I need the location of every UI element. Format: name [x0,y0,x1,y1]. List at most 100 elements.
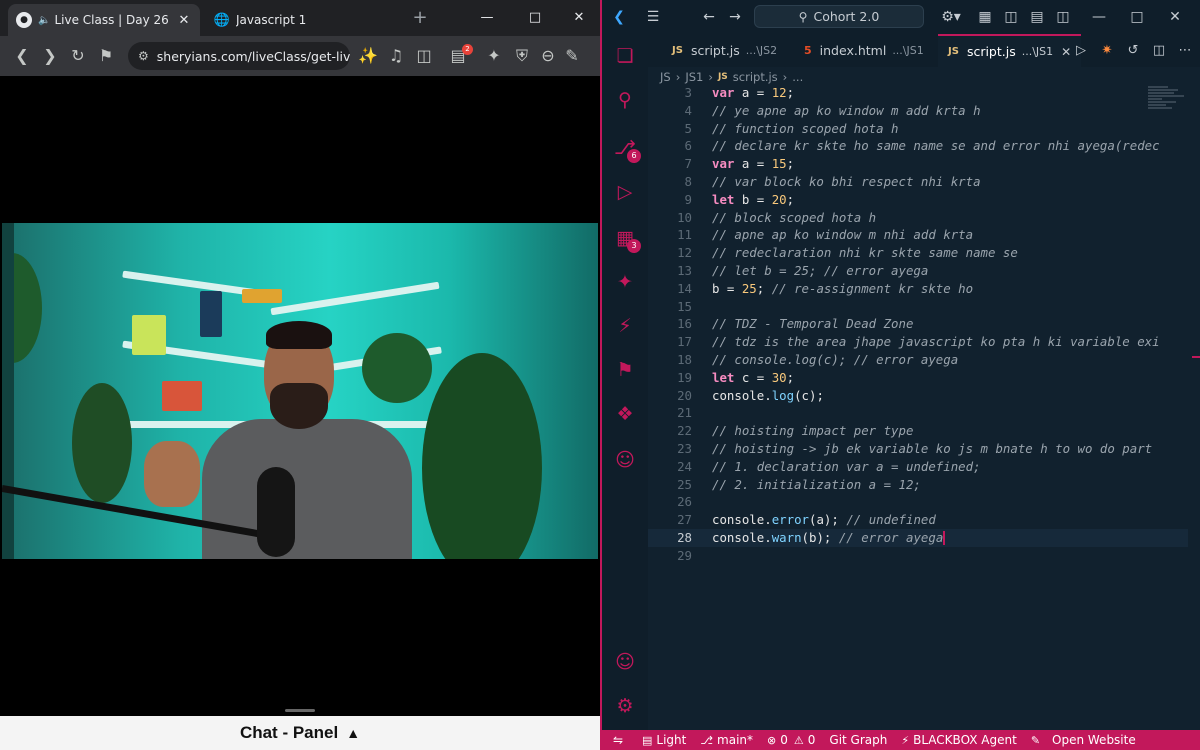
explorer-icon[interactable]: ❏ [611,42,639,70]
maximize-icon[interactable]: □ [1126,6,1148,28]
code-line[interactable]: 22 // hoisting impact per type [648,422,1188,440]
sidebar-icon[interactable]: ◫ [412,44,436,68]
code-line[interactable]: 3 var a = 12; [648,84,1188,102]
bookmark-icon[interactable]: ⚑ [94,44,118,68]
code-line[interactable]: 19 let c = 30; [648,369,1188,387]
code-line[interactable]: 10 // block scoped hota h [648,209,1188,227]
code-line[interactable]: 8 // var block ko bhi respect nhi krta [648,173,1188,191]
close-icon[interactable]: ✕ [176,13,192,28]
site-settings-icon[interactable]: ⚙ [138,49,149,63]
browser-tab-live-class[interactable]: ● 🔈 Live Class | Day 26 : Jav ✕ [8,4,200,36]
code-line[interactable]: 4 // ye apne ap ko window m add krta h [648,102,1188,120]
breadcrumb-item[interactable]: script.js [733,70,778,84]
code-line[interactable]: 14 b = 25; // re-assignment kr skte ho [648,280,1188,298]
code-line[interactable]: 24 // 1. declaration var a = undefined; [648,458,1188,476]
forward-icon[interactable]: ❯ [38,44,62,68]
blackbox-status[interactable]: ⚡ BLACKBOX Agent [901,733,1016,747]
back-icon[interactable]: ❮ [10,44,34,68]
speaker-icon[interactable]: 🔈 [38,15,50,26]
search-icon[interactable]: ⚲ [611,86,639,114]
toggle-panel-icon[interactable]: ▤ [1026,6,1048,28]
github-copilot-icon[interactable]: ☺ [611,446,639,474]
accounts-icon[interactable]: ☺ [611,648,639,676]
back-arrow-icon[interactable]: ← [698,6,720,28]
new-tab-button[interactable]: + [410,8,430,28]
problems-status[interactable]: ⊗ 0 ⚠ 0 [767,733,815,747]
copilot-icon[interactable]: ⚙▾ [936,6,966,28]
menu-icon[interactable]: ☰ [642,6,664,28]
minimize-icon[interactable]: — [478,9,496,27]
code-line[interactable]: 29 [648,547,1188,565]
js-file-icon: JS [717,72,728,82]
resize-handle[interactable] [285,709,315,712]
music-icon[interactable]: ♫ [384,44,408,68]
breadcrumb-item[interactable]: ... [792,70,803,84]
maximize-icon[interactable]: □ [526,9,544,27]
code-line[interactable]: 7 var a = 15; [648,155,1188,173]
theme-status[interactable]: ▤ Light [642,733,686,747]
zoom-out-icon[interactable]: ⊖ [536,44,560,68]
thunder-client-icon[interactable]: ⚡ [611,312,639,340]
code-line[interactable]: 21 [648,404,1188,422]
code-line[interactable]: 26 [648,493,1188,511]
line-number: 27 [677,512,692,528]
python-icon[interactable]: ❖ [611,400,639,428]
minimap[interactable] [1148,86,1188,126]
code-line[interactable]: 23 // hoisting -> jb ek variable ko js m … [648,440,1188,458]
layout-icon[interactable]: ▦ [974,6,996,28]
minimize-icon[interactable]: — [1088,6,1110,28]
code-line[interactable]: 16 // TDZ - Temporal Dead Zone [648,315,1188,333]
bookmarks-icon[interactable]: ⚑ [611,356,639,384]
code-line[interactable]: 20 console.log(c); [648,387,1188,405]
code-line[interactable]: 11 // apne ap ko window m nhi add krta [648,226,1188,244]
close-window-icon[interactable]: ✕ [1164,6,1186,28]
extensions-icon[interactable]: ✨ [356,44,380,68]
code-line[interactable]: 18 // console.log(c); // error ayega [648,351,1188,369]
code-line[interactable]: 6 // declare kr skte ho same name se and … [648,137,1188,155]
code-line[interactable]: 13 // let b = 25; // error ayega [648,262,1188,280]
draw-icon[interactable]: ✎ [560,44,584,68]
breadcrumb-item[interactable]: JS [660,70,671,84]
wallet-icon[interactable]: ▤ 2 [446,44,473,68]
extensions-icon[interactable]: ▦ 3 [611,224,641,253]
breadcrumb-item[interactable]: JS1 [685,70,703,84]
shield-icon[interactable]: ⛨ [510,44,534,68]
more-actions-icon[interactable]: ⋯ [1174,40,1196,62]
split-editor-icon[interactable]: ◫ [1148,40,1170,62]
settings-gear-icon[interactable]: ⚙ [611,692,639,720]
live-class-video-frame [2,223,598,559]
close-window-icon[interactable]: ✕ [570,9,588,27]
copilot-chat-icon[interactable]: ✦ [611,268,639,296]
forward-arrow-icon[interactable]: → [724,6,746,28]
code-line[interactable]: 27 console.error(a); // undefined [648,511,1188,529]
toggle-sidebar-icon[interactable]: ◫ [1000,6,1022,28]
code-line[interactable]: 5 // function scoped hota h [648,120,1188,138]
run-debug-icon[interactable]: ▷ [611,178,639,206]
code-line[interactable]: 15 [648,298,1188,316]
branch-status[interactable]: ⎇ main* [700,733,753,747]
video-player[interactable] [0,76,600,708]
code-editor[interactable]: 3 var a = 12; 4 // ye apne ap ko window m a… [648,84,1188,730]
open-website-status[interactable]: ✎ Open Website [1031,733,1136,747]
command-center-search[interactable]: ⚲ Cohort 2.0 [754,5,924,28]
live-server-icon[interactable]: ✷ [1096,40,1118,62]
tab-script-js-js1[interactable]: JS script.js ...\JS1 ✕ [938,34,1082,67]
run-icon[interactable]: ▷ [1070,40,1092,62]
code-line[interactable]: 9 let b = 20; [648,191,1188,209]
reload-icon[interactable]: ↻ [66,44,90,68]
code-line[interactable]: 25 // 2. initialization a = 12; [648,476,1188,494]
code-line[interactable]: 12 // redeclaration nhi kr skte same name… [648,244,1188,262]
git-graph-status[interactable]: Git Graph [829,733,887,747]
browser-tab-javascript[interactable]: 🌐 Javascript 1 [204,4,394,36]
history-icon[interactable]: ↺ [1122,40,1144,62]
code-line[interactable]: 17 // tdz is the area jhape javascript ko… [648,333,1188,351]
tab-script-js-js2[interactable]: JS script.js ...\JS2 [662,34,787,67]
toggle-secondary-sidebar-icon[interactable]: ◫ [1052,6,1074,28]
ai-sparkle-icon[interactable]: ✦ [482,44,506,68]
tab-index-html-js1[interactable]: 5 index.html ...\JS1 [794,34,934,67]
source-control-icon[interactable]: ⎇ 6 [611,134,641,163]
address-bar[interactable]: ⚙ sheryians.com/liveClass/get-live [128,42,350,70]
chat-panel-toggle[interactable]: Chat - Panel ▲ [0,716,600,750]
code-line[interactable]: 28 console.warn(b); // error ayega [648,528,1188,547]
remote-icon[interactable]: ⇋ [602,733,634,747]
